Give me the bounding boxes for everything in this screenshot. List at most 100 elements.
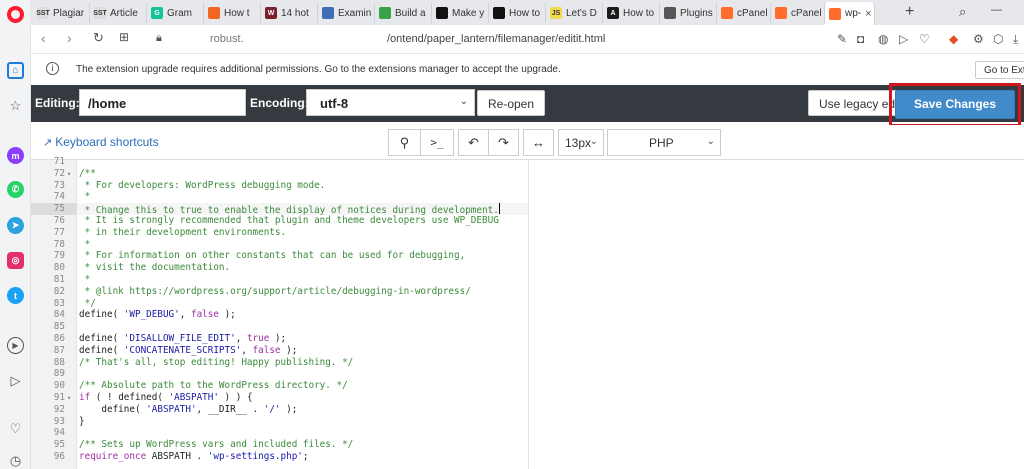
- code-text: * in their development environments.: [79, 226, 287, 238]
- browser-tab[interactable]: JS Let's D: [546, 3, 603, 23]
- code-line[interactable]: 73 * For developers: WordPress debugging…: [31, 180, 528, 192]
- mode-select[interactable]: PHP ⌄: [607, 129, 721, 156]
- browser-tab[interactable]: SST Article: [90, 3, 147, 23]
- address-bar: ‹ › ↻ ⊞ 🔒︎ robust. /ontend/paper_lantern…: [31, 25, 1024, 54]
- send-icon[interactable]: ▷: [899, 32, 908, 46]
- reload-icon[interactable]: ↻: [93, 30, 104, 46]
- settings-icon[interactable]: ⚙: [973, 32, 984, 46]
- browser-tab[interactable]: G Gram: [147, 3, 204, 23]
- code-line[interactable]: 89: [31, 368, 528, 380]
- goto-line-button[interactable]: >_: [420, 129, 454, 156]
- code-line[interactable]: 81 *: [31, 274, 528, 286]
- search-tabs-icon[interactable]: ⌕: [959, 4, 966, 20]
- browser-tab[interactable]: How to: [489, 3, 546, 23]
- code-line[interactable]: 90 /** Absolute path to the WordPress dir…: [31, 380, 528, 392]
- twitter-icon[interactable]: t: [7, 287, 24, 304]
- code-line[interactable]: 85: [31, 321, 528, 333]
- tab-favicon-icon: W: [265, 7, 277, 19]
- code-line[interactable]: 80 * visit the documentation.: [31, 262, 528, 274]
- code-line[interactable]: 91 ▾ if ( ! defined( 'ABSPATH' ) ) {: [31, 392, 528, 404]
- code-line[interactable]: 75 * Change this to true to enable the d…: [31, 203, 528, 216]
- new-tab-button[interactable]: +: [905, 3, 914, 21]
- browser-tab[interactable]: SST Plagiar: [33, 3, 90, 23]
- line-number: 88: [53, 356, 65, 368]
- heart-icon[interactable]: ♡: [7, 420, 24, 437]
- encoding-select[interactable]: utf-8 ⌄: [306, 89, 475, 116]
- editor-subtoolbar: ↗ Keyboard shortcuts ⚲ >_ ↶ ↷ ↔ 13px ⌄ PH…: [31, 125, 1024, 159]
- line-number: 74: [53, 191, 65, 203]
- browser-tab[interactable]: Examin: [318, 3, 375, 23]
- close-tab-icon[interactable]: ×: [865, 8, 871, 20]
- browser-tab[interactable]: Plugins: [660, 3, 717, 23]
- camera-icon[interactable]: ◘: [857, 32, 864, 46]
- code-line[interactable]: 82 * @link https://wordpress.org/support…: [31, 286, 528, 298]
- browser-tab[interactable]: wp- ×: [825, 2, 875, 25]
- tab-favicon-icon: [208, 7, 220, 19]
- browser-tab[interactable]: Make y: [432, 3, 489, 23]
- code-line[interactable]: 74 *: [31, 191, 528, 203]
- code-text: /**: [79, 167, 96, 179]
- code-line[interactable]: 87 define( 'CONCATENATE_SCRIPTS', false )…: [31, 345, 528, 357]
- opera-logo[interactable]: [7, 6, 24, 23]
- whatsapp-icon[interactable]: ✆: [7, 181, 24, 198]
- minimize-icon[interactable]: —: [991, 4, 1002, 16]
- tabs-grid-icon[interactable]: ⊞: [119, 30, 129, 44]
- code-line[interactable]: 79 * For information on other constants …: [31, 250, 528, 262]
- telegram-icon[interactable]: ➤: [7, 217, 24, 234]
- browser-tab[interactable]: How t: [204, 3, 261, 23]
- code-line[interactable]: 86 define( 'DISALLOW_FILE_EDIT', true );: [31, 333, 528, 345]
- messenger-icon[interactable]: m: [7, 147, 24, 164]
- clock-icon[interactable]: ◷: [7, 452, 24, 469]
- code-line[interactable]: 96 require_once ABSPATH . 'wp-settings.ph…: [31, 451, 528, 463]
- tab-title: How to: [509, 7, 541, 19]
- code-line[interactable]: 83 */: [31, 298, 528, 310]
- url-host[interactable]: robust.: [210, 33, 244, 45]
- code-line[interactable]: 84 define( 'WP_DEBUG', false );: [31, 309, 528, 321]
- send-icon[interactable]: ▷: [7, 372, 24, 389]
- instagram-icon[interactable]: ◎: [7, 252, 24, 269]
- code-line[interactable]: 72 ▾ /**: [31, 168, 528, 180]
- browser-tab[interactable]: W 14 hot: [261, 3, 318, 23]
- editing-path-field[interactable]: /home: [79, 89, 246, 116]
- play-icon[interactable]: ▶: [7, 337, 24, 354]
- url-path[interactable]: /ontend/paper_lantern/filemanager/editit…: [387, 33, 605, 45]
- code-line[interactable]: 94: [31, 427, 528, 439]
- go-to-extensions-button[interactable]: Go to Exte: [975, 61, 1024, 79]
- undo-button[interactable]: ↶: [458, 129, 489, 156]
- code-line[interactable]: 77 * in their development environments.: [31, 227, 528, 239]
- forward-icon[interactable]: ›: [67, 30, 72, 46]
- code-line[interactable]: 95 /** Sets up WordPress vars and include…: [31, 439, 528, 451]
- browser-tab[interactable]: cPanel: [771, 3, 825, 23]
- chevron-down-icon: ⌄: [459, 96, 468, 107]
- code-line[interactable]: 92 define( 'ABSPATH', __DIR__ . '/' );: [31, 404, 528, 416]
- wrap-toggle-button[interactable]: ↔: [523, 129, 554, 156]
- code-text: define( 'CONCATENATE_SCRIPTS', false );: [79, 344, 298, 356]
- browser-tab[interactable]: cPanel: [717, 3, 771, 23]
- code-line[interactable]: 93}: [31, 416, 528, 428]
- font-size-select[interactable]: 13px ⌄: [558, 129, 604, 156]
- edit-icon[interactable]: ✎: [837, 32, 847, 46]
- redo-button[interactable]: ↷: [488, 129, 519, 156]
- code-line[interactable]: 71: [31, 156, 528, 168]
- save-changes-button[interactable]: Save Changes: [895, 90, 1015, 119]
- browser-tab[interactable]: Build a: [375, 3, 432, 23]
- code-line[interactable]: 88 /* That's all, stop editing! Happy pub…: [31, 357, 528, 369]
- download-icon[interactable]: ⤓: [1013, 32, 1018, 47]
- html5-extension-icon[interactable]: ◆: [949, 32, 958, 46]
- back-icon[interactable]: ‹: [41, 30, 46, 46]
- fold-toggle-icon[interactable]: ▾: [67, 392, 71, 404]
- vpn-icon[interactable]: ◍: [878, 32, 888, 46]
- cube-icon[interactable]: ⬡: [993, 32, 1003, 46]
- browser-tab[interactable]: A How to: [603, 3, 660, 23]
- search-button[interactable]: ⚲: [388, 129, 421, 156]
- home-icon[interactable]: ⌂: [7, 62, 24, 79]
- keyboard-shortcuts-link[interactable]: ↗ Keyboard shortcuts: [43, 135, 159, 149]
- code-line[interactable]: 76 * It is strongly recommended that plu…: [31, 215, 528, 227]
- heart-icon[interactable]: ♡: [919, 32, 930, 46]
- tab-title: How t: [224, 7, 250, 19]
- code-editor[interactable]: 71 72 ▾/** 73 * For developers: WordPress d…: [31, 156, 1024, 469]
- code-line[interactable]: 78 *: [31, 239, 528, 251]
- fold-toggle-icon[interactable]: ▾: [67, 168, 71, 180]
- reopen-button[interactable]: Re-open: [477, 90, 546, 116]
- star-icon[interactable]: ☆: [7, 97, 24, 114]
